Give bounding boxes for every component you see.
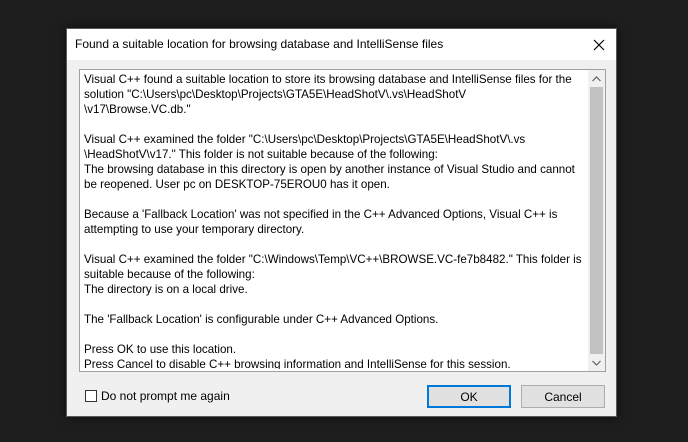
message-paragraph: Visual C++ examined the folder "C:\Windo… bbox=[84, 253, 582, 296]
chevron-down-icon bbox=[592, 360, 601, 366]
do-not-prompt-option[interactable]: Do not prompt me again bbox=[85, 389, 230, 403]
dialog-window: Found a suitable location for browsing d… bbox=[66, 28, 617, 417]
message-paragraph: Press OK to use this location. Press Can… bbox=[84, 343, 511, 369]
vertical-scrollbar[interactable] bbox=[588, 70, 605, 371]
message-text: Visual C++ found a suitable location to … bbox=[84, 72, 588, 369]
dialog-title: Found a suitable location for browsing d… bbox=[75, 37, 444, 51]
message-paragraph: Because a 'Fallback Location' was not sp… bbox=[84, 208, 558, 236]
message-paragraph: The 'Fallback Location' is configurable … bbox=[84, 313, 439, 326]
message-paragraph: Visual C++ examined the folder "C:\Users… bbox=[84, 133, 575, 191]
do-not-prompt-label[interactable]: Do not prompt me again bbox=[101, 389, 230, 403]
message-paragraph: Visual C++ found a suitable location to … bbox=[84, 73, 572, 116]
close-icon bbox=[593, 39, 605, 50]
message-box: Visual C++ found a suitable location to … bbox=[79, 69, 606, 372]
scroll-up-button[interactable] bbox=[588, 70, 605, 87]
title-bar: Found a suitable location for browsing d… bbox=[67, 29, 616, 60]
ok-button[interactable]: OK bbox=[427, 385, 511, 408]
scroll-thumb[interactable] bbox=[590, 87, 603, 354]
close-button[interactable] bbox=[582, 29, 616, 60]
do-not-prompt-checkbox[interactable] bbox=[85, 390, 97, 402]
scroll-down-button[interactable] bbox=[588, 354, 605, 371]
chevron-up-icon bbox=[592, 75, 601, 81]
cancel-button[interactable]: Cancel bbox=[521, 385, 605, 408]
